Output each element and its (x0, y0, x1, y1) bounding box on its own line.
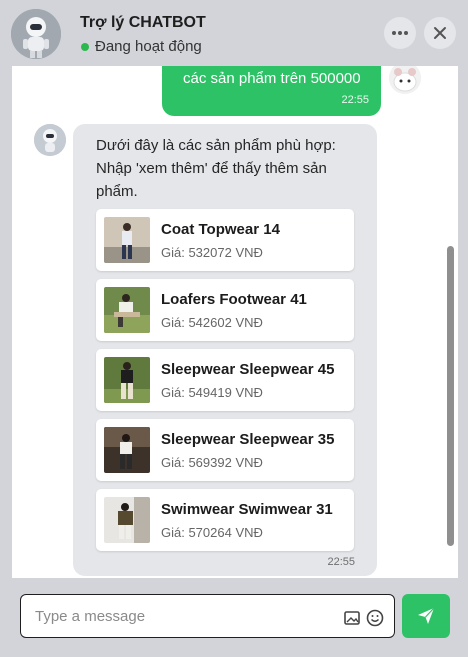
more-horizontal-icon (392, 31, 408, 35)
product-thumbnail (104, 497, 150, 543)
chatbot-avatar (11, 9, 61, 59)
bot-avatar (34, 124, 66, 156)
user-avatar (389, 66, 421, 94)
product-price: Giá: 549419 VNĐ (161, 385, 263, 400)
online-dot-icon (81, 42, 89, 51)
product-thumbnail (104, 357, 150, 403)
product-name: Sleepwear Sleepwear 45 (161, 361, 335, 378)
bot-message-time: 22:55 (327, 556, 355, 568)
emoji-icon (366, 609, 384, 627)
user-message-time: 22:55 (341, 94, 369, 106)
emoji-button[interactable] (366, 609, 384, 627)
product-card[interactable]: Swimwear Swimwear 31 Giá: 570264 VNĐ (96, 489, 354, 551)
image-icon (344, 611, 360, 625)
more-options-button[interactable] (384, 17, 416, 49)
user-message-text: các sản phẩm trên 500000 (183, 70, 361, 87)
product-name: Loafers Footwear 41 (161, 291, 307, 308)
product-card[interactable]: Sleepwear Sleepwear 45 Giá: 549419 VNĐ (96, 349, 354, 411)
product-card[interactable]: Coat Topwear 14 Giá: 532072 VNĐ (96, 209, 354, 271)
product-thumbnail (104, 287, 150, 333)
product-name: Sleepwear Sleepwear 35 (161, 431, 335, 448)
send-button[interactable] (402, 594, 450, 638)
chat-messages[interactable]: các sản phẩm trên 500000 22:55 Dưới đây … (12, 66, 458, 578)
online-status: Đang hoạt động (81, 38, 202, 55)
chatbot-title: Trợ lý CHATBOT (80, 14, 206, 31)
product-price: Giá: 570264 VNĐ (161, 525, 263, 540)
product-card[interactable]: Loafers Footwear 41 Giá: 542602 VNĐ (96, 279, 354, 341)
close-chat-button[interactable] (424, 17, 456, 49)
product-price: Giá: 569392 VNĐ (161, 455, 263, 470)
message-composer (20, 594, 395, 638)
chat-header: Trợ lý CHATBOT Đang hoạt động (0, 0, 468, 66)
attach-image-button[interactable] (343, 609, 361, 627)
bot-message-text: Dưới đây là các sản phẩm phù hợp: Nhập '… (96, 137, 336, 200)
message-input[interactable] (35, 605, 325, 627)
user-message-bubble: các sản phẩm trên 500000 22:55 (162, 66, 381, 116)
product-thumbnail (104, 427, 150, 473)
product-price: Giá: 532072 VNĐ (161, 245, 263, 260)
product-name: Coat Topwear 14 (161, 221, 280, 238)
close-icon (434, 27, 446, 39)
bot-message-bubble: Dưới đây là các sản phẩm phù hợp: Nhập '… (73, 124, 377, 576)
product-thumbnail (104, 217, 150, 263)
product-price: Giá: 542602 VNĐ (161, 315, 263, 330)
status-text: Đang hoạt động (95, 38, 202, 55)
product-card[interactable]: Sleepwear Sleepwear 35 Giá: 569392 VNĐ (96, 419, 354, 481)
send-icon (418, 607, 435, 624)
product-name: Swimwear Swimwear 31 (161, 501, 333, 518)
chat-scrollbar[interactable] (447, 246, 454, 546)
